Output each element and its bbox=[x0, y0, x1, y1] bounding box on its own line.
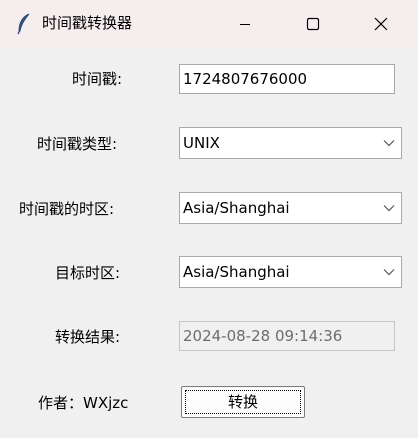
timestamp-timezone-label: 时间戳的时区: bbox=[19, 200, 115, 218]
feather-icon bbox=[16, 13, 32, 35]
timestamp-label: 时间戳: bbox=[72, 70, 123, 88]
chevron-down-icon bbox=[383, 140, 395, 147]
chevron-down-icon bbox=[383, 205, 395, 212]
target-timezone-select[interactable]: Asia/Shanghai bbox=[179, 256, 402, 288]
author-label: 作者：WXjzc bbox=[38, 394, 129, 412]
title-bar[interactable]: 时间戳转换器 bbox=[0, 0, 418, 47]
convert-button[interactable]: 转换 bbox=[181, 386, 305, 418]
minimize-icon bbox=[240, 23, 250, 25]
window-title: 时间戳转换器 bbox=[42, 14, 133, 32]
result-label: 转换结果: bbox=[55, 328, 121, 346]
chevron-down-icon bbox=[383, 269, 395, 276]
focus-ring bbox=[185, 390, 301, 414]
close-button[interactable] bbox=[358, 0, 404, 47]
target-timezone-label: 目标时区: bbox=[55, 264, 121, 282]
close-icon bbox=[374, 17, 388, 30]
minimize-button[interactable] bbox=[222, 0, 268, 47]
maximize-icon bbox=[306, 17, 320, 30]
timestamp-input[interactable]: 1724807676000 bbox=[179, 64, 395, 94]
timestamp-type-select[interactable]: UNIX bbox=[179, 127, 402, 159]
timestamp-type-value: UNIX bbox=[183, 134, 220, 152]
timestamp-timezone-select[interactable]: Asia/Shanghai bbox=[179, 192, 402, 224]
target-timezone-value: Asia/Shanghai bbox=[183, 263, 290, 281]
timestamp-type-label: 时间戳类型: bbox=[37, 135, 118, 153]
maximize-button[interactable] bbox=[290, 0, 336, 47]
timestamp-timezone-value: Asia/Shanghai bbox=[183, 199, 290, 217]
result-output[interactable]: 2024-08-28 09:14:36 bbox=[179, 321, 395, 351]
